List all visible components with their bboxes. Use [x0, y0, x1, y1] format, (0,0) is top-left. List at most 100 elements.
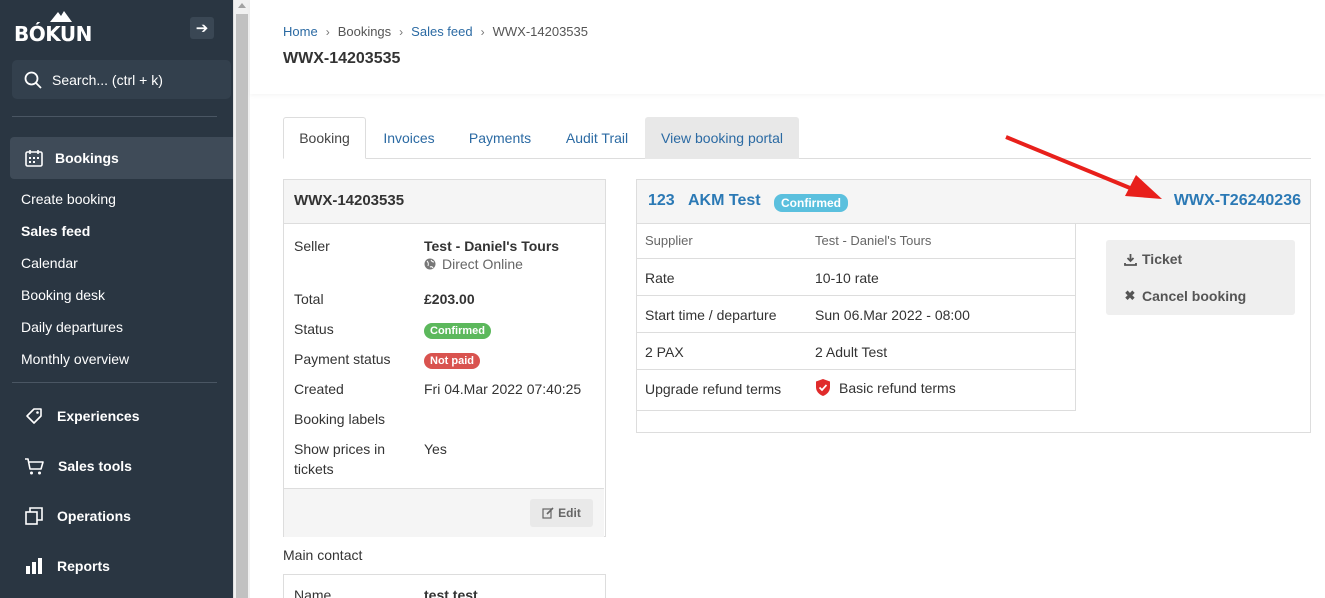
- copy-icon: [25, 507, 43, 525]
- ticket-button[interactable]: Ticket: [1123, 251, 1182, 267]
- nav-reports-label: Reports: [57, 558, 110, 574]
- sidebar-item-monthly-overview[interactable]: Monthly overview: [21, 351, 129, 367]
- total-label: Total: [294, 291, 324, 307]
- nav-operations-label: Operations: [57, 508, 131, 524]
- supplier-label: Supplier: [645, 233, 693, 248]
- supplier-value: Test - Daniel's Tours: [815, 233, 932, 248]
- refund-terms-label: Upgrade refund terms: [645, 381, 782, 397]
- logo-text: BÓKUN: [14, 22, 92, 46]
- product-name[interactable]: AKM Test: [688, 192, 761, 210]
- divider: [12, 382, 217, 383]
- sidebar-item-sales-feed[interactable]: Sales feed: [21, 223, 90, 239]
- product-ref[interactable]: 123: [648, 192, 675, 210]
- product-status-badge: Confirmed: [774, 194, 848, 212]
- cart-icon: [25, 458, 44, 475]
- ticket-label: Ticket: [1142, 251, 1183, 267]
- edit-button[interactable]: Edit: [530, 499, 593, 527]
- page-header: Home › Bookings › Sales feed › WWX-14203…: [250, 0, 1325, 94]
- nav-operations[interactable]: Operations: [24, 506, 131, 526]
- nav-bookings-label: Bookings: [55, 150, 119, 166]
- search-input[interactable]: Search... (ctrl + k): [12, 60, 231, 99]
- status-value: Confirmed: [424, 321, 491, 339]
- nav-sales-tools[interactable]: Sales tools: [24, 456, 132, 476]
- contact-name-label: Name: [294, 587, 332, 598]
- product-details-table: Supplier Test - Daniel's Tours Rate 10-1…: [637, 224, 1076, 411]
- chevron-right-icon: ›: [399, 24, 404, 39]
- booking-tabs: Booking Invoices Payments Audit Trail Vi…: [283, 117, 1311, 159]
- start-time-value: Sun 06.Mar 2022 - 08:00: [815, 307, 970, 323]
- tab-invoices[interactable]: Invoices: [369, 117, 449, 159]
- seller-channel-text: Direct Online: [442, 256, 523, 272]
- sidebar-item-booking-desk[interactable]: Booking desk: [21, 287, 105, 303]
- product-booking-panel: 123 AKM Test Confirmed WWX-T26240236 Sup…: [636, 179, 1311, 433]
- cancel-booking-label: Cancel booking: [1142, 288, 1247, 304]
- show-prices-label: Show prices in: [294, 441, 386, 457]
- breadcrumb-sales-feed[interactable]: Sales feed: [411, 24, 472, 39]
- calendar-icon: [25, 150, 43, 167]
- payment-status-value: Not paid: [424, 351, 480, 369]
- seller-name: Test - Daniel's Tours: [424, 238, 560, 254]
- divider: [12, 116, 217, 117]
- table-row: Start time / departure Sun 06.Mar 2022 -…: [637, 296, 1075, 333]
- show-prices-label-cont: tickets: [294, 461, 334, 477]
- show-prices-value: Yes: [424, 441, 447, 457]
- sidebar-item-daily-departures[interactable]: Daily departures: [21, 319, 123, 335]
- contact-name-value: test test: [424, 587, 478, 598]
- booking-summary-footer: Edit: [284, 488, 604, 537]
- refund-terms-value: Basic refund terms: [815, 378, 956, 397]
- nav-experiences-label: Experiences: [57, 408, 140, 424]
- collapse-sidebar-button[interactable]: ➔: [190, 17, 214, 39]
- tab-payments[interactable]: Payments: [455, 117, 545, 159]
- nav-reports[interactable]: Reports: [24, 556, 110, 576]
- table-row: 2 PAX 2 Adult Test: [637, 333, 1075, 370]
- close-icon: ✖: [1124, 288, 1136, 303]
- scrollbar-thumb[interactable]: [236, 14, 248, 598]
- sidebar: BÓKUN ➔ Search... (ctrl + k) Bookings Cr…: [0, 0, 233, 598]
- mountain-icon: [50, 11, 72, 22]
- booking-id: WWX-14203535: [294, 192, 405, 209]
- page-title: WWX-14203535: [283, 50, 401, 67]
- payment-status-badge: Not paid: [424, 353, 480, 369]
- download-icon: [1123, 253, 1137, 266]
- booking-labels-label: Booking labels: [294, 411, 386, 427]
- scroll-up-arrow-icon[interactable]: [238, 3, 246, 8]
- rate-label: Rate: [645, 270, 675, 286]
- product-actions: Ticket ✖ Cancel booking: [1106, 240, 1295, 315]
- sidebar-scrollbar[interactable]: [233, 0, 250, 598]
- chevron-right-icon: ›: [325, 24, 330, 39]
- table-row: Supplier Test - Daniel's Tours: [637, 224, 1075, 259]
- main-contact-panel: Name test test: [283, 574, 606, 598]
- created-label: Created: [294, 381, 344, 397]
- search-icon: [24, 71, 42, 89]
- tag-icon: [26, 408, 42, 424]
- created-value: Fri 04.Mar 2022 07:40:25: [424, 381, 582, 397]
- cancel-booking-button[interactable]: ✖ Cancel booking: [1123, 288, 1247, 304]
- tab-audit-trail[interactable]: Audit Trail: [552, 117, 642, 159]
- pax-value: 2 Adult Test: [815, 344, 888, 360]
- main-contact-heading: Main contact: [283, 547, 363, 563]
- nav-sales-tools-label: Sales tools: [58, 458, 132, 474]
- breadcrumb: Home › Bookings › Sales feed › WWX-14203…: [283, 24, 588, 39]
- tab-booking[interactable]: Booking: [283, 117, 366, 159]
- sidebar-item-calendar[interactable]: Calendar: [21, 255, 78, 271]
- breadcrumb-current: WWX-14203535: [492, 24, 588, 39]
- status-badge: Confirmed: [424, 323, 491, 339]
- seller-channel: Direct Online: [424, 256, 523, 272]
- nav-experiences[interactable]: Experiences: [24, 406, 140, 426]
- sidebar-item-create-booking[interactable]: Create booking: [21, 191, 116, 207]
- bokun-logo[interactable]: BÓKUN: [14, 10, 98, 46]
- start-time-label: Start time / departure: [645, 307, 777, 323]
- tab-view-booking-portal[interactable]: View booking portal: [645, 117, 799, 159]
- booking-summary-panel: WWX-14203535 Seller Test - Daniel's Tour…: [283, 179, 606, 537]
- chevron-right-icon: ›: [480, 24, 485, 39]
- table-row: Rate 10-10 rate: [637, 259, 1075, 296]
- booking-summary-header: WWX-14203535: [284, 180, 605, 224]
- shield-icon: [816, 379, 830, 396]
- rate-value: 10-10 rate: [815, 270, 879, 286]
- product-booking-code[interactable]: WWX-T26240236: [1174, 192, 1301, 210]
- table-row: Upgrade refund terms Basic refund terms: [637, 370, 1075, 411]
- globe-icon: [424, 258, 436, 270]
- breadcrumb-home[interactable]: Home: [283, 24, 318, 39]
- nav-bookings[interactable]: Bookings: [10, 137, 233, 179]
- product-booking-header: 123 AKM Test Confirmed WWX-T26240236: [637, 180, 1310, 224]
